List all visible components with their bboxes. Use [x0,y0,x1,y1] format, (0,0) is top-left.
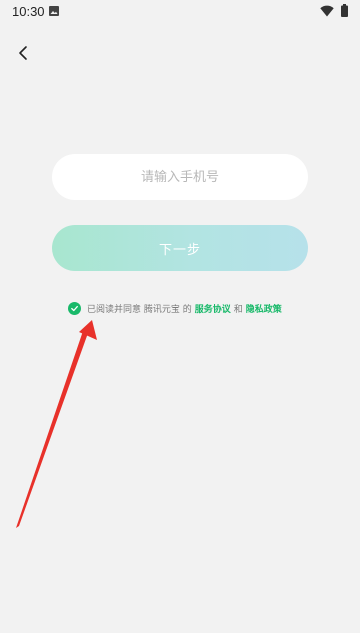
back-button[interactable] [12,42,34,64]
phone-number-input[interactable] [52,154,308,200]
arrow-head [79,320,97,340]
next-button[interactable]: 下一步 [52,225,308,271]
chevron-left-icon [19,46,27,60]
arrow-shaft [16,331,88,528]
photo-icon [49,6,59,16]
status-time: 10:30 [12,4,45,19]
agree-checkbox[interactable] [68,301,81,315]
service-agreement-link[interactable]: 服务协议 [195,302,231,315]
agreement-prefix-text: 已阅读并同意 腾讯元宝 的 [87,304,192,315]
annotation-arrow [16,320,97,528]
wifi-icon [320,5,334,17]
status-bar: 10:30 [0,0,360,24]
battery-icon [341,4,348,17]
phone-input-container [52,154,308,200]
agreement-row: 已阅读并同意 腾讯元宝 的 服务协议 和 隐私政策 [68,300,282,316]
agreement-conjunction-text: 和 [233,304,243,315]
privacy-policy-link[interactable]: 隐私政策 [246,302,282,315]
check-icon [71,305,78,311]
